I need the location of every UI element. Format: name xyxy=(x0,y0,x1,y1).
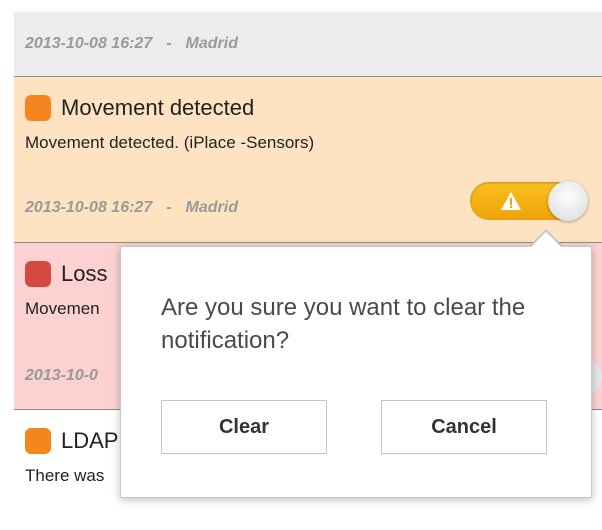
meta-separator: - xyxy=(166,35,172,52)
meta-separator: - xyxy=(166,199,172,216)
notification-title: Movement detected xyxy=(61,95,255,120)
notification-header: LDAP xyxy=(25,428,118,454)
notification-meta: 2013-10-0 xyxy=(25,367,98,385)
notification-time: 2013-10-08 16:27 xyxy=(25,35,153,52)
notification-time: 2013-10-0 xyxy=(25,367,98,384)
notification-location: Madrid xyxy=(185,199,238,216)
clear-confirmation-popover: Are you sure you want to clear the notif… xyxy=(120,246,592,498)
status-dot-icon xyxy=(25,428,51,454)
status-dot-icon xyxy=(25,261,51,287)
notification-header: Movement detected xyxy=(25,95,254,121)
notification-title: Loss xyxy=(61,261,108,286)
clear-notification-toggle[interactable] xyxy=(470,181,588,221)
warning-icon xyxy=(501,192,521,210)
notification-meta: 2013-10-08 16:27- Madrid xyxy=(25,35,238,53)
popover-arrow-fill xyxy=(530,232,562,248)
clear-button[interactable]: Clear xyxy=(161,400,327,454)
cancel-button[interactable]: Cancel xyxy=(381,400,547,454)
notification-title: LDAP xyxy=(61,428,119,453)
notification-item[interactable]: 2013-10-08 16:27- Madrid xyxy=(14,12,602,77)
notification-location: Madrid xyxy=(185,35,238,52)
notification-header: Loss xyxy=(25,261,107,287)
notification-description: Movemen xyxy=(25,299,100,318)
toggle-knob[interactable] xyxy=(548,181,588,221)
status-dot-icon xyxy=(25,95,51,121)
notification-time: 2013-10-08 16:27 xyxy=(25,199,153,216)
notification-description: There was xyxy=(25,466,105,485)
notification-meta: 2013-10-08 16:27- Madrid xyxy=(25,199,238,217)
notification-description: Movement detected. (iPlace -Sensors) xyxy=(25,133,315,152)
confirmation-question: Are you sure you want to clear the notif… xyxy=(161,294,526,354)
